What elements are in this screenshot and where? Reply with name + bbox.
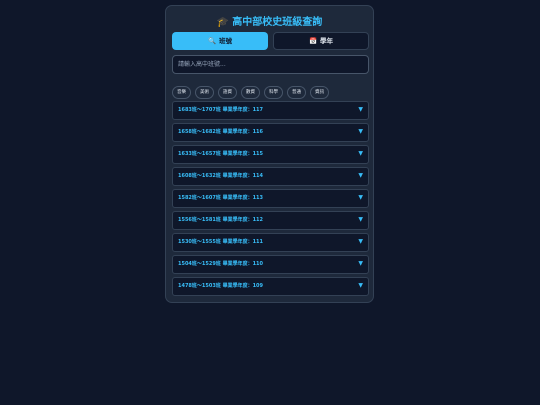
accordion-row[interactable]: 1633班～1657班 畢業學年度：115 ▼ (172, 145, 369, 164)
filter-chip-group: 音樂 美術 語資 數資 科學 普通 資訊 (172, 86, 329, 99)
query-card: 🎓高中部校史班級查詢 🔍班號 📅學年 音樂 美術 語資 數資 科學 普通 資訊 … (165, 5, 374, 303)
class-search-input[interactable] (172, 55, 369, 74)
search-icon: 🔍 (207, 37, 217, 45)
accordion-row[interactable]: 1683班～1707班 畢業學年度：117 ▼ (172, 101, 369, 120)
page-title: 🎓 高中部校史班級查詢 (166, 16, 373, 30)
filter-chip-science[interactable]: 科學 (264, 86, 283, 99)
accordion-row-label: 1504班～1529班 畢業學年度：110 (178, 261, 264, 267)
class-range-list: 1683班～1707班 畢業學年度：117 ▼ 1658班～1682班 畢業學年… (172, 101, 369, 299)
filter-chip-language-gifted[interactable]: 語資 (218, 86, 237, 99)
chevron-down-icon: ▼ (358, 194, 363, 201)
accordion-row[interactable]: 1582班～1607班 畢業學年度：113 ▼ (172, 189, 369, 208)
accordion-row-label: 1658班～1682班 畢業學年度：116 (178, 129, 264, 135)
chevron-down-icon: ▼ (358, 260, 363, 267)
accordion-row-label: 1633班～1657班 畢業學年度：115 (178, 151, 264, 157)
graduation-cap-icon: 🎓 (216, 17, 230, 28)
accordion-row[interactable]: 1608班～1632班 畢業學年度：114 ▼ (172, 167, 369, 186)
chevron-down-icon: ▼ (358, 150, 363, 157)
chevron-down-icon: ▼ (358, 282, 363, 289)
accordion-row-label: 1683班～1707班 畢業學年度：117 (178, 107, 264, 113)
accordion-row[interactable]: 1478班～1503班 畢業學年度：109 ▼ (172, 277, 369, 296)
page-title-text: 高中部校史班級查詢 (232, 17, 323, 28)
accordion-row-label: 1478班～1503班 畢業學年度：109 (178, 283, 264, 289)
chevron-down-icon: ▼ (358, 238, 363, 245)
accordion-row-label: 1608班～1632班 畢業學年度：114 (178, 173, 264, 179)
accordion-row[interactable]: 1504班～1529班 畢業學年度：110 ▼ (172, 255, 369, 274)
chevron-down-icon: ▼ (358, 216, 363, 223)
filter-chip-it[interactable]: 資訊 (310, 86, 329, 99)
chevron-down-icon: ▼ (358, 172, 363, 179)
filter-chip-art[interactable]: 美術 (195, 86, 214, 99)
accordion-row[interactable]: 1556班～1581班 畢業學年度：112 ▼ (172, 211, 369, 230)
tab-class-number[interactable]: 🔍 班號 (172, 32, 268, 50)
tab-school-year-label: 學年 (320, 37, 334, 45)
filter-chip-math-gifted[interactable]: 數資 (241, 86, 260, 99)
tab-school-year[interactable]: 📅 學年 (273, 32, 369, 50)
tab-class-number-label: 班號 (219, 37, 233, 45)
accordion-row-label: 1556班～1581班 畢業學年度：112 (178, 217, 264, 223)
chevron-down-icon: ▼ (358, 106, 363, 113)
chevron-down-icon: ▼ (358, 128, 363, 135)
accordion-row[interactable]: 1658班～1682班 畢業學年度：116 ▼ (172, 123, 369, 142)
filter-chip-regular[interactable]: 普通 (287, 86, 306, 99)
accordion-row-label: 1582班～1607班 畢業學年度：113 (178, 195, 264, 201)
filter-chip-music[interactable]: 音樂 (172, 86, 191, 99)
accordion-row[interactable]: 1530班～1555班 畢業學年度：111 ▼ (172, 233, 369, 252)
accordion-row-label: 1530班～1555班 畢業學年度：111 (178, 239, 264, 245)
calendar-icon: 📅 (308, 37, 318, 45)
